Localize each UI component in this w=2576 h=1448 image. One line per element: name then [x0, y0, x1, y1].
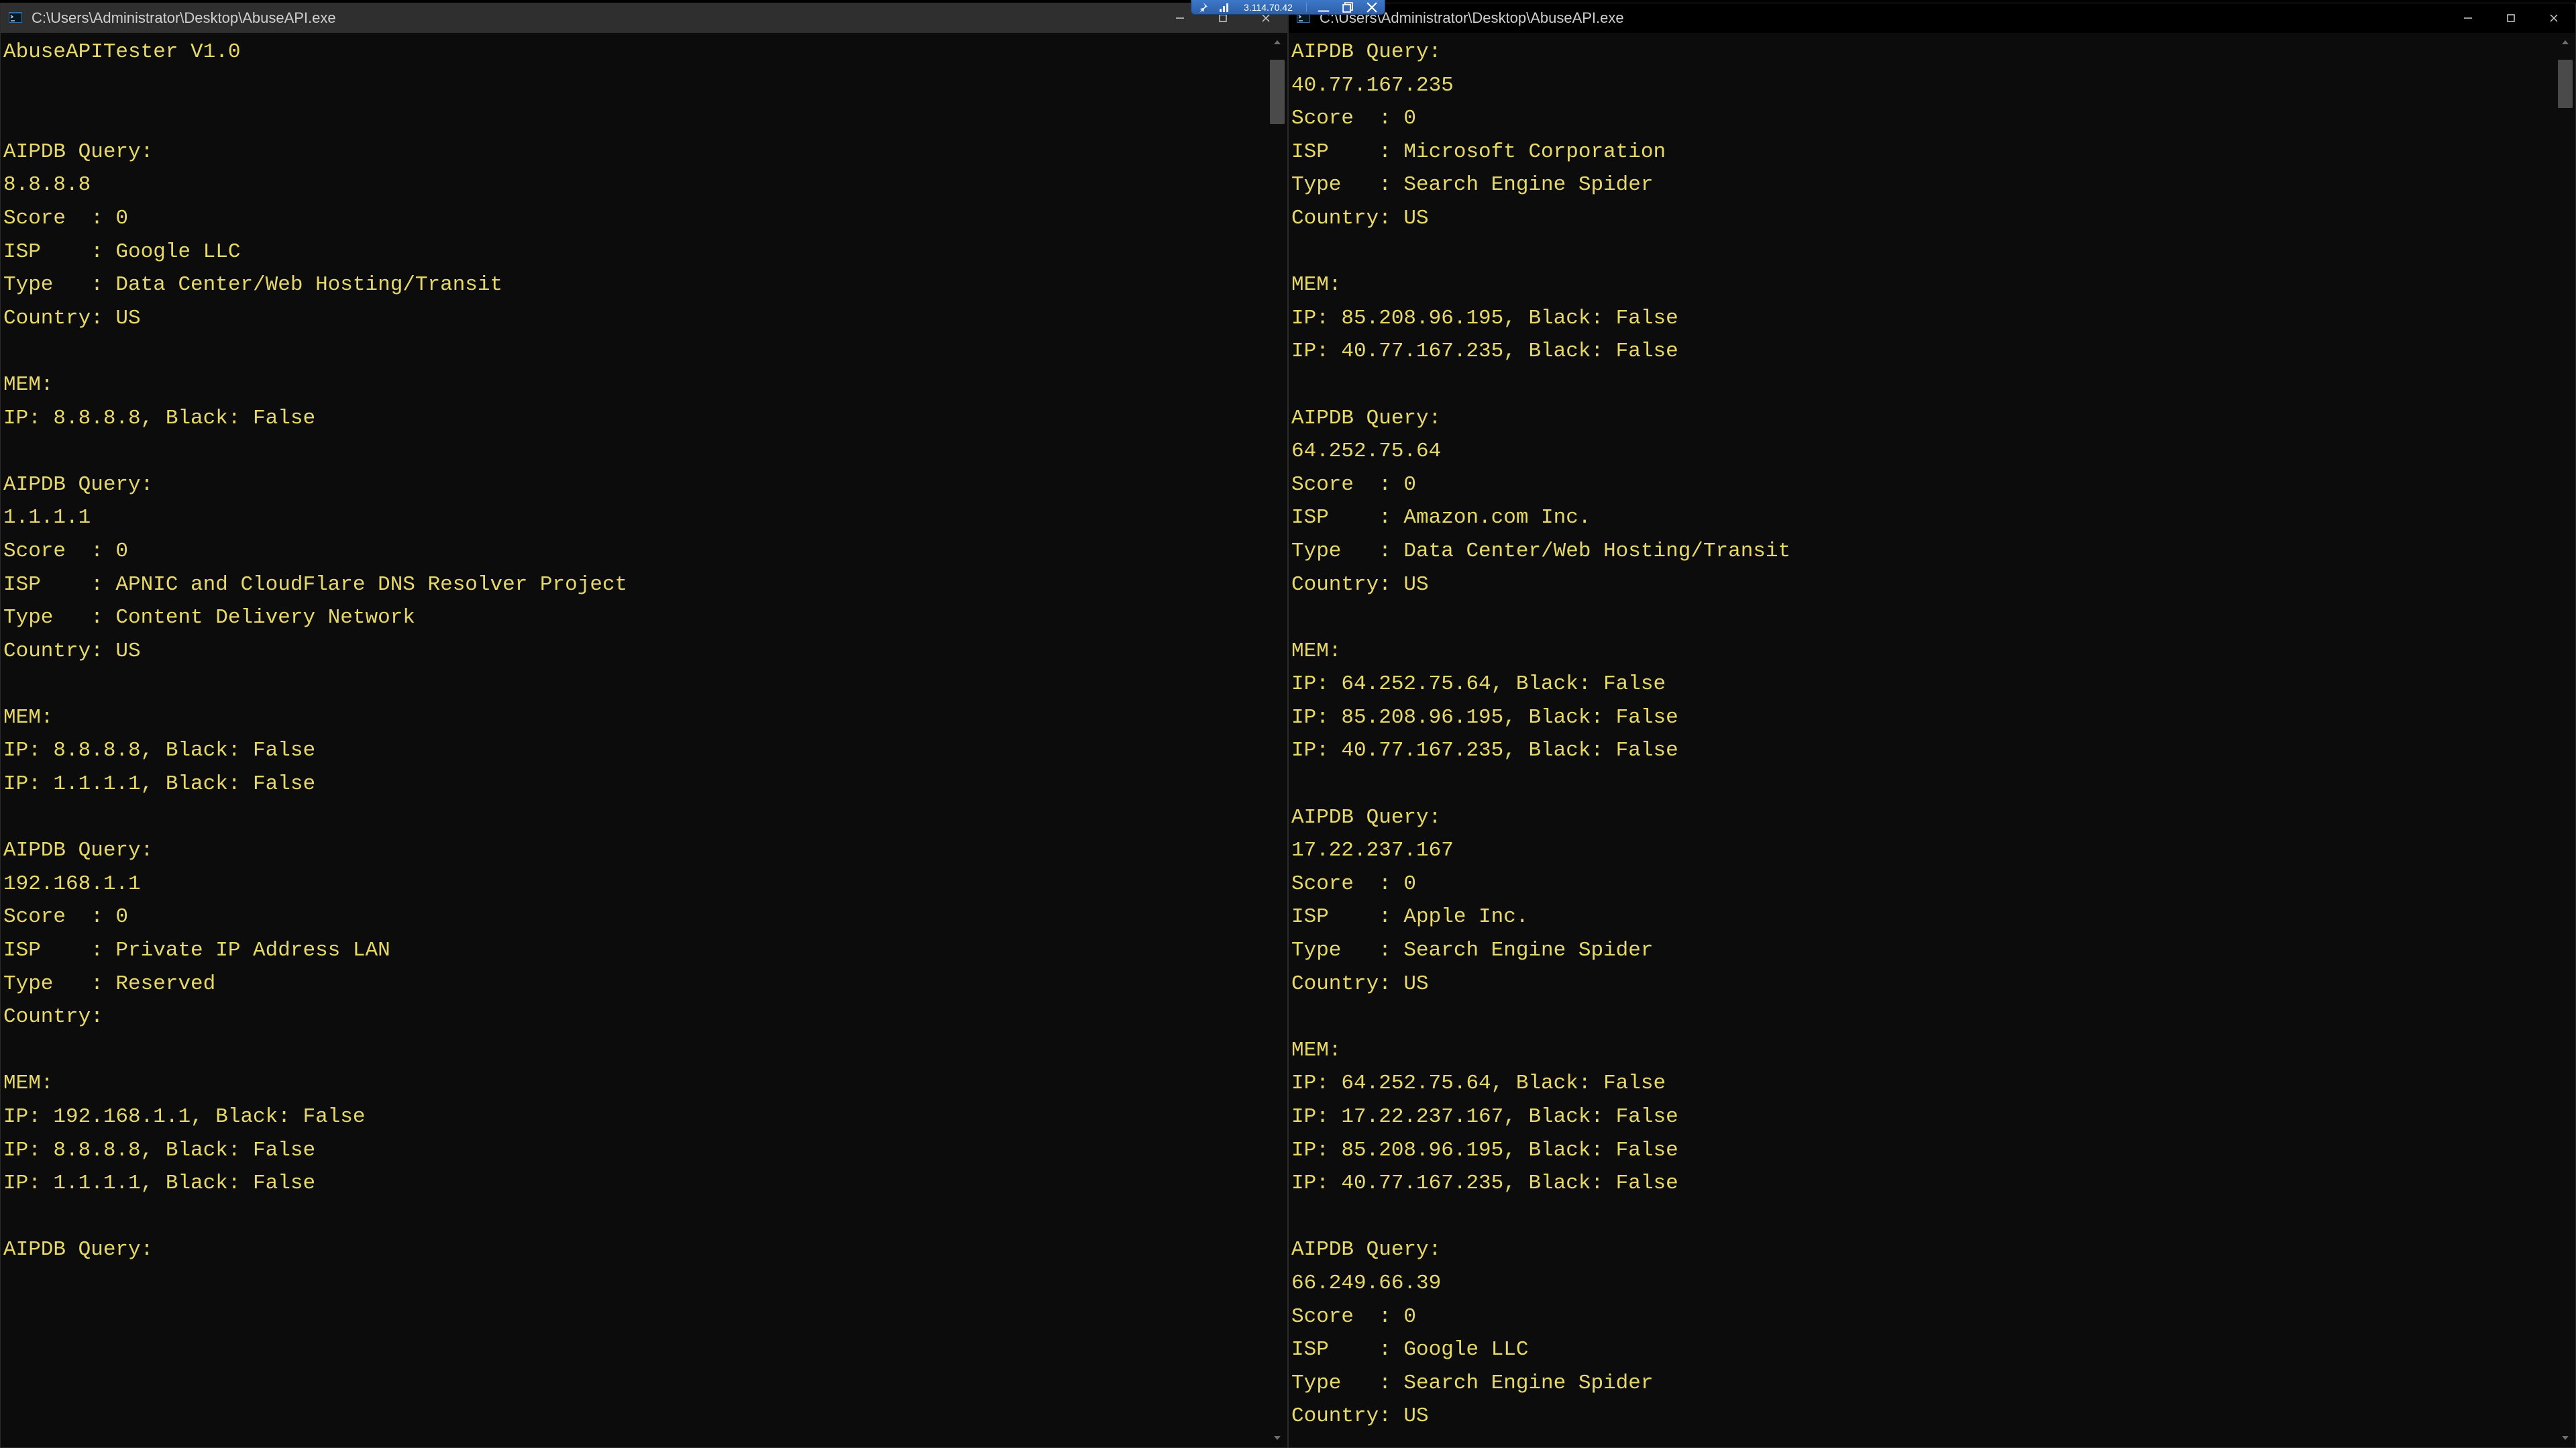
scroll-up-icon[interactable] — [2555, 33, 2575, 52]
minimize-button[interactable] — [2447, 3, 2489, 33]
connection-ip: 3.114.70.42 — [1240, 2, 1297, 13]
console-window-left: C:\Users\Administrator\Desktop\AbuseAPI.… — [0, 3, 1288, 1448]
terminal-client: AIPDB Query: 40.77.167.235 Score : 0 ISP… — [1289, 33, 2575, 1447]
conn-restore-button[interactable] — [1340, 1, 1355, 13]
terminal-client: AbuseAPITester V1.0 AIPDB Query: 8.8.8.8… — [1, 33, 1287, 1447]
window-title: C:\Users\Administrator\Desktop\AbuseAPI.… — [32, 9, 1159, 27]
titlebar[interactable]: C:\Users\Administrator\Desktop\AbuseAPI.… — [1289, 3, 2575, 33]
conn-close-button[interactable] — [1364, 1, 1379, 13]
scroll-down-icon[interactable] — [1267, 1429, 1287, 1447]
maximize-button[interactable] — [2489, 3, 2532, 33]
scroll-down-icon[interactable] — [2555, 1429, 2575, 1447]
titlebar[interactable]: C:\Users\Administrator\Desktop\AbuseAPI.… — [1, 3, 1287, 33]
scroll-thumb[interactable] — [2558, 60, 2573, 108]
signal-icon — [1218, 1, 1230, 13]
scrollbar[interactable] — [2555, 33, 2575, 1447]
conn-minimize-button[interactable] — [1316, 1, 1331, 13]
app-icon — [7, 10, 23, 26]
scroll-thumb[interactable] — [1270, 60, 1285, 124]
console-window-right: C:\Users\Administrator\Desktop\AbuseAPI.… — [1288, 3, 2576, 1448]
pin-icon[interactable] — [1197, 1, 1209, 13]
rdp-connection-bar[interactable]: 3.114.70.42 — [1191, 0, 1385, 15]
scroll-up-icon[interactable] — [1267, 33, 1287, 52]
scrollbar[interactable] — [1267, 33, 1287, 1447]
terminal-output[interactable]: AIPDB Query: 40.77.167.235 Score : 0 ISP… — [1289, 33, 2575, 1447]
terminal-output[interactable]: AbuseAPITester V1.0 AIPDB Query: 8.8.8.8… — [1, 33, 1287, 1447]
window-title: C:\Users\Administrator\Desktop\AbuseAPI.… — [1320, 9, 2447, 27]
close-button[interactable] — [2532, 3, 2575, 33]
